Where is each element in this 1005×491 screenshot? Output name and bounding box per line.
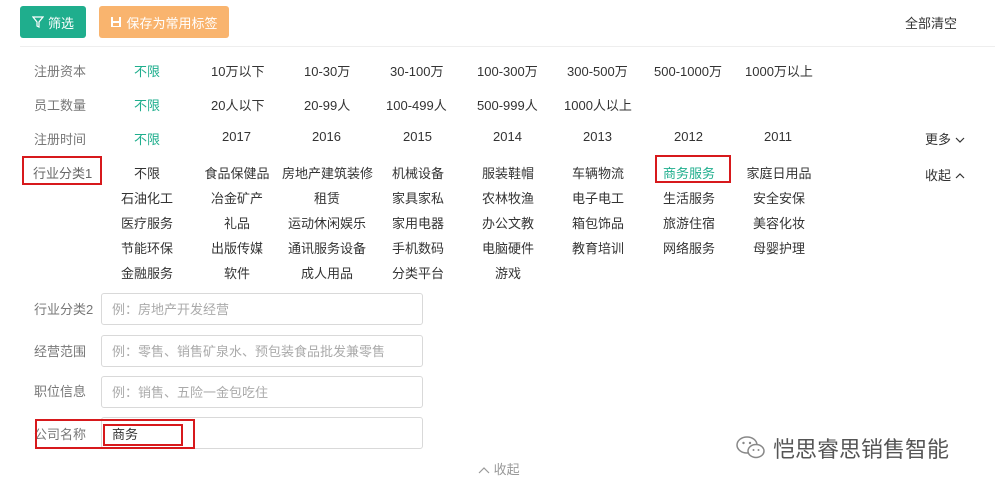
company-value-highlight [103,424,183,446]
industry2-label: 行业分类2 [34,302,94,317]
collapse-label: 收起 [925,168,952,183]
regtime-option[interactable]: 2014 [493,129,522,144]
industry-option[interactable]: 石油化工 [102,188,192,207]
capital-option[interactable]: 10万以下 [211,61,264,80]
industry-option[interactable]: 成人用品 [282,263,372,282]
industry-option[interactable]: 出版传媒 [192,238,282,257]
capital-option[interactable]: 300-500万 [567,61,628,80]
industry-option[interactable]: 手机数码 [373,238,463,257]
staff-label: 员工数量 [34,98,87,113]
staff-option[interactable]: 不限 [134,95,160,114]
chevron-up-icon [955,173,965,179]
capital-label: 注册资本 [34,64,87,79]
industry-option[interactable]: 美容化妆 [734,213,824,232]
industry-option[interactable]: 教育培训 [553,238,643,257]
industry2-input[interactable] [101,293,423,325]
staff-option[interactable]: 100-499人 [386,95,447,114]
industry-option[interactable]: 礼品 [192,213,282,232]
chevron-down-icon [955,137,965,143]
industry-option[interactable]: 房地产建筑装修 [282,163,373,182]
industry-option[interactable]: 服装鞋帽 [463,163,553,182]
industry-option[interactable]: 不限 [102,163,192,182]
capital-option[interactable]: 1000万以上 [745,61,813,80]
staff-option[interactable]: 20-99人 [304,95,350,114]
clear-all-link[interactable]: 全部清空 [905,13,957,32]
regtime-option[interactable]: 2015 [403,129,432,144]
industry-option[interactable]: 农林牧渔 [463,188,553,207]
capital-filter-row: 注册资本 不限 10万以下 10-30万 30-100万 100-300万 30… [0,57,1005,81]
regtime-label: 注册时间 [34,132,87,147]
filter-button-label: 筛选 [47,15,74,31]
save-tag-button[interactable]: 保存为常用标签 [99,6,229,38]
industry-option[interactable]: 游戏 [463,263,553,282]
selected-industry-highlight [655,155,731,183]
industry-option[interactable]: 网络服务 [644,238,734,257]
industry-option[interactable]: 电子电工 [553,188,643,207]
industry-option[interactable]: 食品保健品 [192,163,282,182]
industry-option[interactable]: 节能环保 [102,238,192,257]
industry-option[interactable]: 家具家私 [373,188,463,207]
industry-option[interactable]: 机械设备 [373,163,463,182]
regtime-option[interactable]: 2013 [583,129,612,144]
watermark-text: 恺思睿思销售智能 [773,437,950,462]
staff-option[interactable]: 20人以下 [211,95,264,114]
staff-option[interactable]: 1000人以上 [564,95,632,114]
industry-option[interactable]: 车辆物流 [553,163,643,182]
chevron-up-icon [478,467,490,474]
industry-option[interactable]: 办公文教 [463,213,553,232]
industry-option[interactable]: 分类平台 [373,263,463,282]
industry-option[interactable]: 金融服务 [102,263,192,282]
industry-option[interactable]: 母婴护理 [734,238,824,257]
toolbar: 筛选 保存为常用标签 全部清空 [0,0,1005,46]
industry-option[interactable]: 租赁 [282,188,372,207]
industry-option[interactable]: 冶金矿产 [192,188,282,207]
watermark: 恺思睿思销售智能 [735,432,949,464]
position-label: 职位信息 [34,384,87,399]
staff-option[interactable]: 500-999人 [477,95,538,114]
more-toggle[interactable]: 更多 [925,129,965,148]
capital-option[interactable]: 500-1000万 [654,61,722,80]
bottom-collapse-toggle[interactable]: 收起 [478,459,520,478]
industry1-label: 行业分类1 [33,166,93,181]
collapse-toggle[interactable]: 收起 [925,165,965,184]
industry-option[interactable]: 通讯服务设备 [282,238,372,257]
industry-option[interactable]: 箱包饰品 [553,213,643,232]
staff-filter-row: 员工数量 不限 20人以下 20-99人 100-499人 500-999人 1… [0,91,1005,115]
divider [20,46,995,47]
capital-option[interactable]: 100-300万 [477,61,538,80]
industry-option[interactable]: 旅游住宿 [644,213,734,232]
regtime-option[interactable]: 2016 [312,129,341,144]
regtime-option[interactable]: 不限 [134,129,160,148]
capital-option[interactable]: 10-30万 [304,61,350,80]
more-label: 更多 [925,132,952,147]
industry-option[interactable]: 家用电器 [373,213,463,232]
industry-option[interactable]: 电脑硬件 [463,238,553,257]
regtime-option[interactable]: 2017 [222,129,251,144]
save-tag-button-label: 保存为常用标签 [126,15,218,31]
regtime-option[interactable]: 2012 [674,129,703,144]
scope-input[interactable] [101,335,423,367]
scope-label: 经营范围 [34,344,87,359]
industry-option[interactable]: 运动休闲娱乐 [282,213,372,232]
capital-option[interactable]: 30-100万 [390,61,443,80]
regtime-filter-row: 注册时间 不限 2017 2016 2015 2014 2013 2012 20… [0,125,1005,149]
filter-button[interactable]: 筛选 [20,6,86,38]
industry-option[interactable]: 生活服务 [644,188,734,207]
filter-icon [31,16,44,28]
capital-option[interactable]: 不限 [134,61,160,80]
industry-option[interactable]: 家庭日用品 [734,163,824,182]
bottom-collapse-label: 收起 [493,462,520,477]
industry-option[interactable]: 医疗服务 [102,213,192,232]
industry-option[interactable]: 安全安保 [734,188,824,207]
position-input[interactable] [101,376,423,408]
industry-option[interactable]: 软件 [192,263,282,282]
regtime-option[interactable]: 2011 [764,129,792,144]
wechat-icon [736,436,765,459]
save-icon [111,17,122,27]
